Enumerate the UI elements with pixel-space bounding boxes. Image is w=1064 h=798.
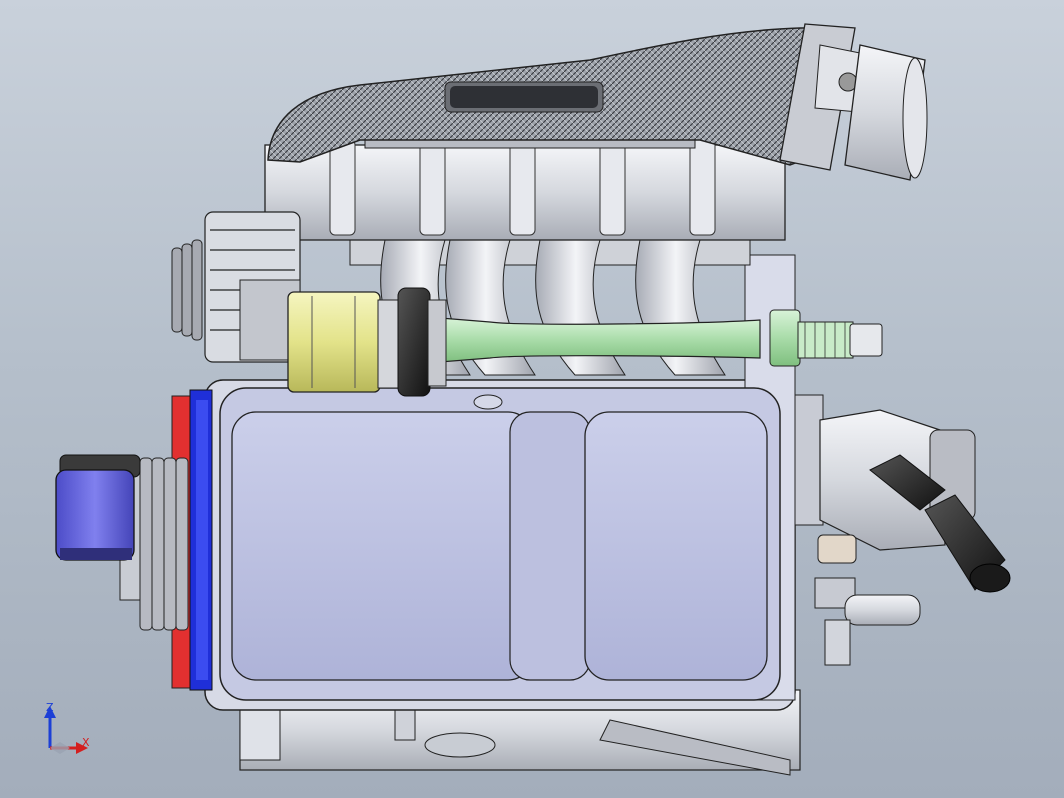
oil-sump[interactable]: [219, 387, 781, 701]
engine-mount[interactable]: [55, 454, 141, 561]
shaft-coupling[interactable]: [287, 287, 447, 397]
coordinate-triad: Z X: [44, 701, 90, 754]
throttle-body[interactable]: [779, 23, 928, 181]
x-axis-label: X: [82, 736, 90, 749]
graphics-viewport[interactable]: Z X: [0, 0, 1064, 798]
alternator[interactable]: [171, 211, 301, 363]
z-axis-label: Z: [46, 701, 54, 714]
engine-model-view[interactable]: Z X: [0, 0, 1064, 798]
water-outlet[interactable]: [794, 394, 1011, 666]
